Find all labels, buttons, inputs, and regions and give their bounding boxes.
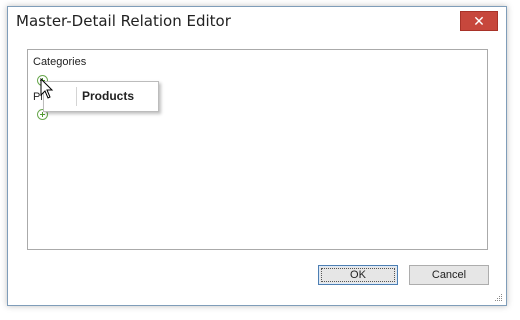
cancel-button[interactable]: Cancel (409, 265, 489, 285)
mouse-cursor-icon (40, 78, 54, 99)
relation-designer-panel[interactable]: Categories Pr Products (27, 49, 488, 250)
focus-rectangle (321, 268, 395, 282)
title-bar[interactable]: Master-Detail Relation Editor ✕ (8, 7, 506, 35)
categories-node-label: Categories (33, 56, 87, 68)
dialog-window: Master-Detail Relation Editor ✕ Categori… (7, 6, 507, 306)
close-button[interactable]: ✕ (460, 11, 498, 31)
cancel-button-label: Cancel (431, 269, 467, 281)
popup-item-products[interactable]: Products (82, 89, 134, 103)
window-title: Master-Detail Relation Editor (16, 12, 231, 30)
resize-grip-icon[interactable] (494, 293, 503, 302)
close-icon: ✕ (473, 12, 485, 29)
popup-separator (76, 87, 77, 106)
ok-button[interactable]: OK (318, 265, 398, 285)
detail-table-popup: Products (43, 81, 159, 112)
